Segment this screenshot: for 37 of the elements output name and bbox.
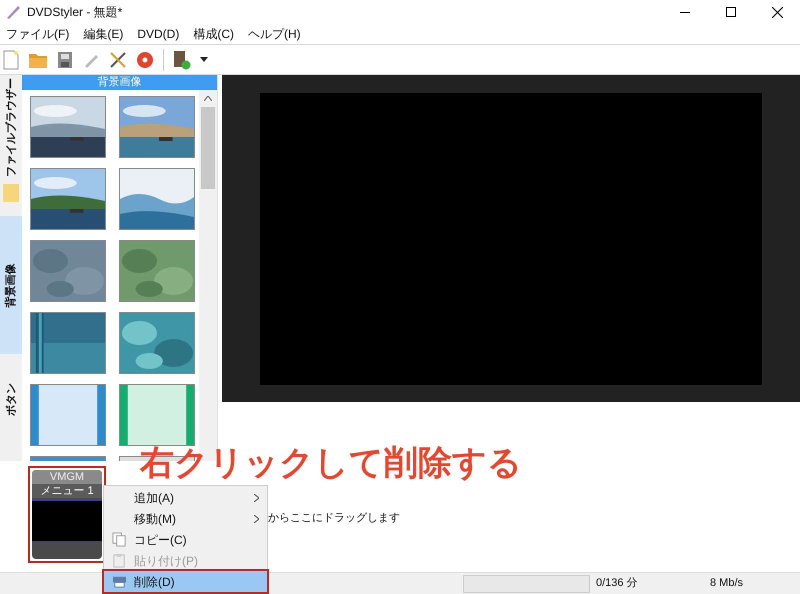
scroll-up-icon[interactable] [204,96,212,101]
copy-icon [112,532,126,547]
bitrate-text: 8 Mb/s [710,576,744,592]
menu-item[interactable]: ヘルプ(H) [244,25,305,43]
film-add-icon[interactable] [173,50,191,70]
menu-item[interactable]: 削除(D) [104,571,267,592]
new-document-icon[interactable] [3,50,19,70]
close-icon [772,6,782,18]
app-logo-icon [5,4,21,20]
menu-item[interactable]: 追加(A) [104,487,267,508]
clipboard-icon [112,553,126,568]
side-tab[interactable]: ファイルブラウザー [0,75,22,180]
menu-item[interactable]: 移動(M) [104,508,267,529]
menu-title-text: メニュー 1 [32,484,102,498]
save-icon[interactable] [57,50,73,68]
side-tab[interactable]: ボタン [0,354,22,444]
chevron-right-icon [254,514,259,522]
tools-icon[interactable] [109,50,127,68]
chevron-right-icon [254,494,259,502]
menu-thumbnail[interactable]: VMGM メニュー 1 [32,470,102,559]
disc-icon[interactable] [136,50,154,68]
menu-header-text: VMGM [32,470,102,484]
window-title: DVDStyler - 無題* [27,4,122,21]
dropdown-arrow-icon[interactable] [200,57,208,62]
scroll-thumb[interactable] [201,107,216,189]
menu-item[interactable]: DVD(D) [133,25,184,43]
menu-preview [32,500,102,542]
duration-text: 0/136 分 [596,576,639,592]
menu-item[interactable]: 構成(C) [189,25,238,43]
side-tab[interactable]: 背景画像 [0,216,22,354]
menu-item[interactable]: ファイル(F) [2,25,74,43]
menu-item[interactable]: コピー(C) [104,529,267,550]
printer-icon [112,574,126,589]
panel-header: 背景画像 [22,75,217,90]
drop-hint-text: からここにドラッグします [268,511,400,526]
folder-icon [3,184,19,202]
menu-item[interactable]: 編集(E) [79,25,128,43]
